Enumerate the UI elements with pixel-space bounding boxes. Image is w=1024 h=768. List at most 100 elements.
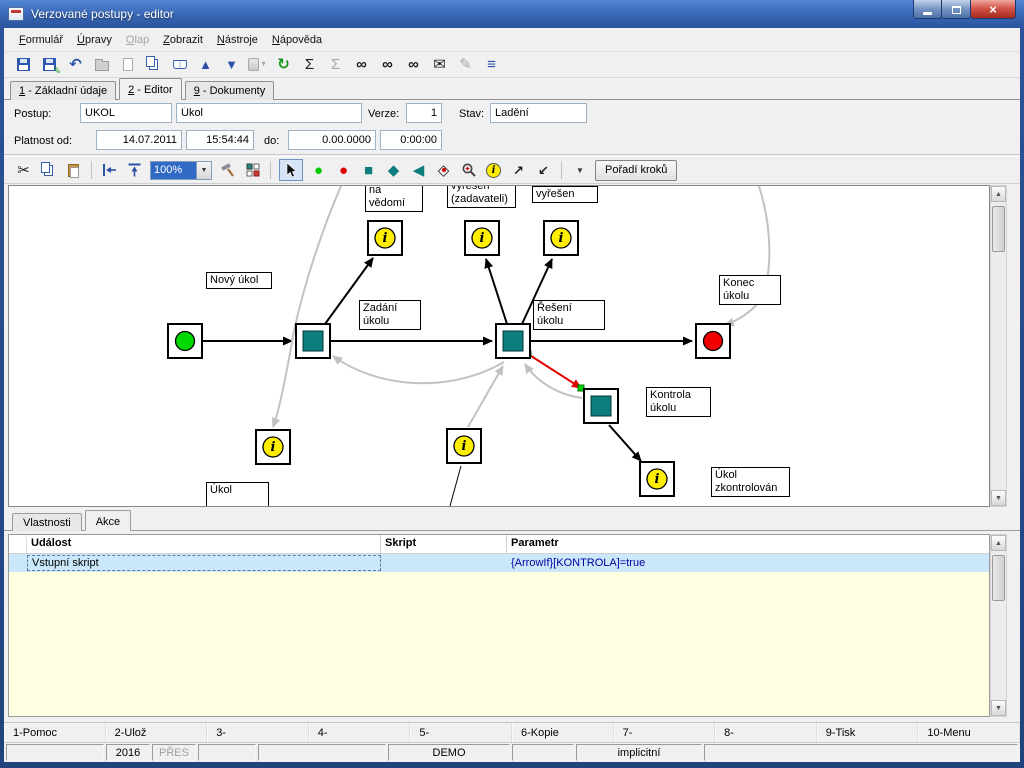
table-scroll-down-button[interactable]: ▼: [991, 700, 1006, 716]
diagram-label-5[interactable]: Úkol zkontrolován: [711, 467, 790, 497]
browse-button[interactable]: [170, 55, 189, 74]
canvas-scroll-thumb[interactable]: [992, 206, 1005, 252]
diagram-label-0[interactable]: Nový úkol: [206, 272, 272, 289]
align-top-button[interactable]: [125, 161, 144, 180]
refresh-button[interactable]: ↻: [274, 55, 293, 74]
menu-upravy[interactable]: Úpravy: [70, 31, 119, 49]
bottom-tab-strip: Vlastnosti Akce: [4, 508, 1020, 531]
close-button[interactable]: ×: [971, 0, 1016, 19]
fkey-2[interactable]: 2-Ulož: [106, 723, 208, 742]
align-left-button[interactable]: [100, 161, 119, 180]
postup-code-field[interactable]: [80, 103, 172, 123]
table-scrollbar[interactable]: ▲ ▼: [990, 534, 1007, 717]
table-scroll-track[interactable]: [991, 551, 1006, 700]
diagram-canvas[interactable]: iiiiii Nový úkolZadání úkoluŘešení úkolu…: [8, 185, 990, 507]
paste-button[interactable]: [64, 161, 83, 180]
stav-field[interactable]: [490, 103, 587, 123]
cell-udalost[interactable]: Vstupní skript: [27, 555, 381, 571]
zoom-dropdown-button[interactable]: ▼: [196, 162, 211, 179]
info-node-tool[interactable]: i: [484, 161, 503, 180]
diagram-label-9[interactable]: Úkol: [206, 482, 269, 507]
table-row[interactable]: Vstupní skript {ArrowIf}[KONTROLA]=true: [9, 554, 989, 572]
step-node-tool[interactable]: ■: [359, 161, 378, 180]
end-node-tool[interactable]: ●: [334, 161, 353, 180]
copy-pages-icon: [146, 56, 155, 67]
table-scroll-up-button[interactable]: ▲: [991, 535, 1006, 551]
canvas-scrollbar[interactable]: ▲ ▼: [990, 185, 1007, 507]
mail-button[interactable]: ✉: [430, 55, 449, 74]
subprocess-node-tool[interactable]: ◀: [409, 161, 428, 180]
save-button[interactable]: [14, 55, 33, 74]
condition-tool[interactable]: ◇: [434, 161, 453, 180]
tab-akce[interactable]: Akce: [85, 510, 131, 531]
undo-button[interactable]: ↶: [66, 55, 85, 74]
minimize-button[interactable]: [913, 0, 942, 19]
copy-button[interactable]: [144, 55, 163, 74]
menu-napoveda[interactable]: Nápověda: [265, 31, 329, 49]
table-empty-area[interactable]: [9, 572, 989, 716]
red-circle-icon: ●: [339, 163, 348, 178]
table-scroll-thumb[interactable]: [992, 555, 1005, 601]
canvas-scroll-down-button[interactable]: ▼: [991, 490, 1006, 506]
fkey-8[interactable]: 8-: [715, 723, 817, 742]
find-mass-button[interactable]: ∞: [378, 55, 397, 74]
tab-dokumenty[interactable]: 9 - Dokumenty: [185, 81, 275, 100]
components-button[interactable]: [243, 161, 262, 180]
canvas-scroll-track[interactable]: [991, 202, 1006, 490]
tab-editor[interactable]: 2 - Editor: [119, 78, 182, 100]
decision-node-tool[interactable]: ◆: [384, 161, 403, 180]
poradi-kroku-button[interactable]: Pořadí kroků: [595, 160, 677, 181]
canvas-scroll-up-button[interactable]: ▲: [991, 186, 1006, 202]
menu-formular[interactable]: Formulář: [12, 31, 70, 49]
cell-parametr[interactable]: {ArrowIf}[KONTROLA]=true: [507, 556, 989, 570]
fkey-3[interactable]: 3-: [207, 723, 309, 742]
fkey-7[interactable]: 7-: [614, 723, 716, 742]
move-up-button[interactable]: ▲: [196, 55, 215, 74]
postup-name-field[interactable]: [176, 103, 362, 123]
fkey-5[interactable]: 5-: [410, 723, 512, 742]
platnost-od-time-field[interactable]: [186, 130, 254, 150]
verze-field[interactable]: [406, 103, 442, 123]
more-tools-dropdown[interactable]: ▼: [570, 161, 589, 180]
fkey-4[interactable]: 4-: [309, 723, 411, 742]
find-button[interactable]: ∞: [352, 55, 371, 74]
fkey-6[interactable]: 6-Kopie: [512, 723, 614, 742]
platnost-od-date-field[interactable]: [96, 130, 182, 150]
connector-tool[interactable]: ↗: [509, 161, 528, 180]
fkey-1[interactable]: 1-Pomoc: [4, 723, 106, 742]
find-next-button[interactable]: ∞: [404, 55, 423, 74]
pointer-tool-button[interactable]: [279, 159, 303, 181]
diagram-label-4[interactable]: Kontrola úkolu: [646, 387, 711, 417]
platnost-do-time-field[interactable]: [380, 130, 442, 150]
column-header-skript[interactable]: Skript: [381, 535, 507, 553]
diagram-label-8[interactable]: vyřešen: [532, 186, 598, 203]
diagram-label-1[interactable]: Zadání úkolu: [359, 300, 421, 330]
platnost-label: Platnost od:: [14, 135, 72, 147]
cell-skript[interactable]: [381, 562, 507, 564]
sum-button[interactable]: Σ: [300, 55, 319, 74]
tab-vlastnosti[interactable]: Vlastnosti: [12, 513, 82, 531]
zoom-select[interactable]: 100% ▼: [150, 161, 212, 180]
zoom-tool[interactable]: [459, 161, 478, 180]
menu-nastroje[interactable]: Nástroje: [210, 31, 265, 49]
fkey-10[interactable]: 10-Menu: [918, 723, 1020, 742]
diagram-label-3[interactable]: Konec úkolu: [719, 275, 781, 305]
column-header-parametr[interactable]: Parametr: [507, 535, 989, 553]
start-node-tool[interactable]: ●: [309, 161, 328, 180]
fkey-9[interactable]: 9-Tisk: [817, 723, 919, 742]
move-down-button[interactable]: ▼: [222, 55, 241, 74]
tab-zakladni-udaje[interactable]: 1 - Základní údaje: [10, 81, 116, 100]
cut-button[interactable]: ✂: [14, 161, 33, 180]
diagram-label-7[interactable]: vyřešen (zadavateli): [447, 185, 516, 208]
menu-zobrazit[interactable]: Zobrazit: [156, 31, 210, 49]
save-as-button[interactable]: ✎: [40, 55, 59, 74]
copy-diagram-button[interactable]: [39, 161, 58, 180]
connector-back-tool[interactable]: ↙: [534, 161, 553, 180]
build-button[interactable]: [218, 161, 237, 180]
diagram-label-6[interactable]: na vědomí: [365, 185, 423, 212]
column-header-udalost[interactable]: Událost: [27, 535, 381, 553]
maximize-button[interactable]: [942, 0, 971, 19]
platnost-do-date-field[interactable]: [288, 130, 376, 150]
list-button[interactable]: ≡: [482, 55, 501, 74]
diagram-label-2[interactable]: Řešení úkolu: [533, 300, 605, 330]
